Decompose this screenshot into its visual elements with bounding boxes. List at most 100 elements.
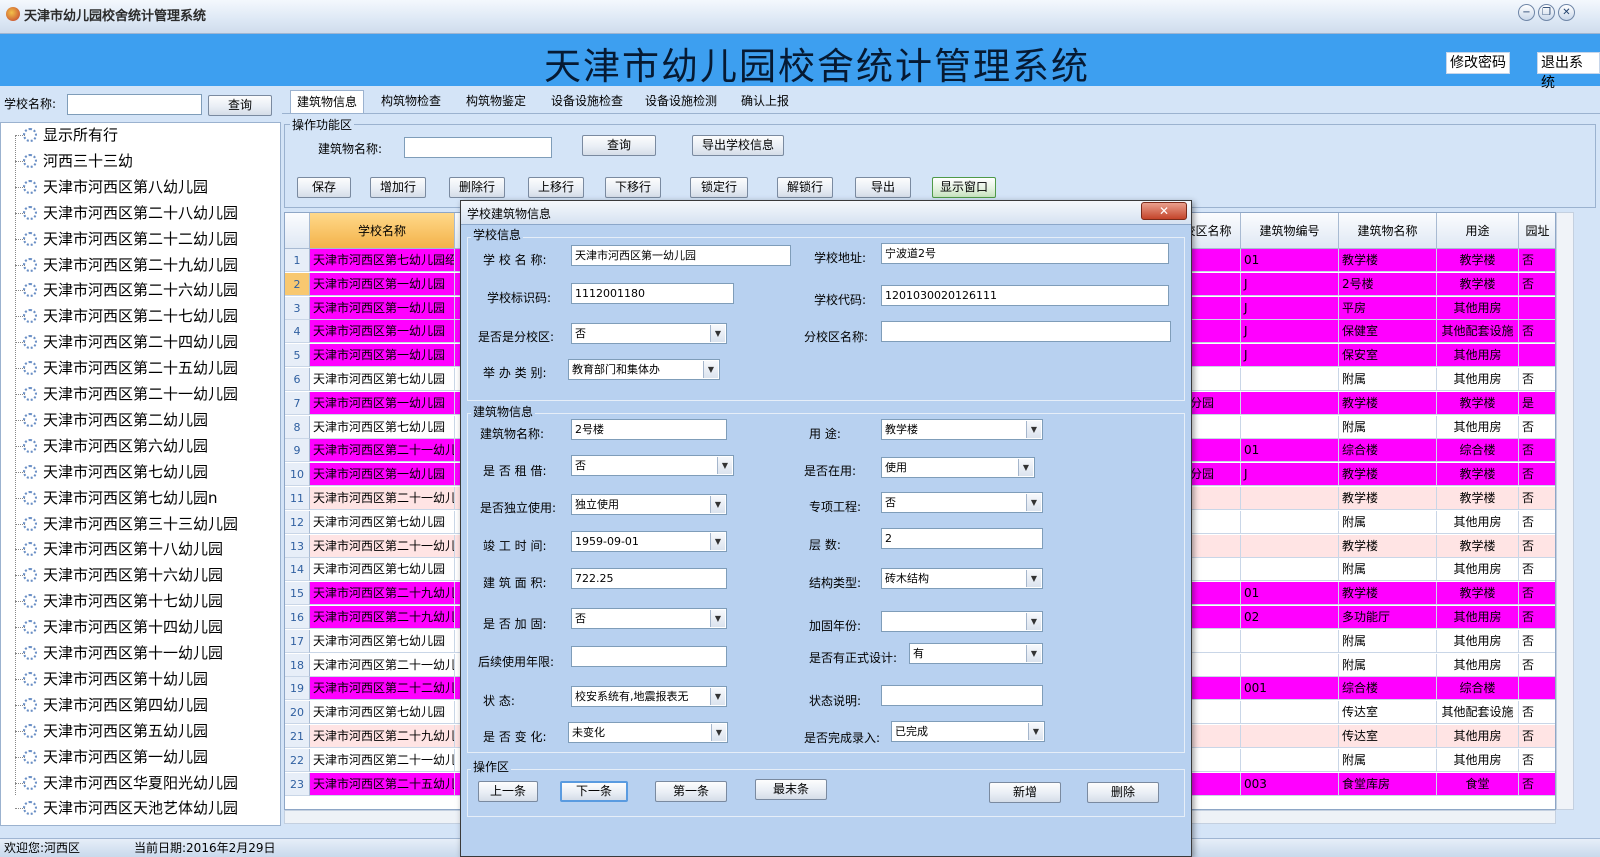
cell-school[interactable]: 天津市河西区第二十一幼儿 (310, 534, 455, 558)
cell-building-no[interactable] (1241, 725, 1339, 748)
school-address-field[interactable]: 宁波道2号 (881, 243, 1169, 264)
cell-school[interactable]: 天津市河西区第二十九幼儿 (310, 582, 455, 606)
cell-school[interactable]: 天津市河西区第二十一幼儿 (310, 748, 455, 772)
cell-building-no[interactable]: J (1241, 320, 1339, 344)
cell-school[interactable]: 天津市河西区第七幼儿园 (310, 368, 455, 391)
formal-design-select[interactable]: 有 ▼ (909, 643, 1043, 664)
school-code-field[interactable]: 1201030020126111 (881, 285, 1169, 306)
cell-building-no[interactable] (1241, 368, 1339, 391)
tree-item[interactable]: 天津市河西区天池艺体幼儿园 (1, 796, 280, 821)
cell-building-no[interactable]: 01 (1241, 249, 1339, 272)
row-number[interactable]: 18 (285, 653, 310, 677)
school-name-field[interactable]: 天津市河西区第一幼儿园 (571, 245, 791, 266)
chevron-down-icon[interactable]: ▼ (717, 457, 732, 474)
row-number[interactable]: 10 (285, 463, 310, 487)
row-number[interactable]: 15 (285, 582, 310, 606)
tree-item[interactable]: 天津市河西区第六幼儿园 (1, 434, 280, 459)
cell-building-no[interactable]: J (1241, 296, 1339, 320)
tree-item[interactable]: 天津市河西区第八幼儿园 (1, 175, 280, 200)
chevron-down-icon[interactable]: ▼ (1026, 494, 1041, 511)
cell-building-no[interactable] (1241, 510, 1339, 534)
cell-garden[interactable]: 否 (1519, 510, 1555, 534)
chevron-down-icon[interactable]: ▼ (710, 533, 725, 550)
cell-building-no[interactable] (1241, 534, 1339, 558)
cell-garden[interactable]: 否 (1519, 725, 1555, 748)
cell-building-name[interactable]: 附属 (1339, 748, 1437, 772)
tree-item[interactable]: 天津市河西区华夏阳光幼儿园 (1, 771, 280, 796)
tree-item[interactable]: 天津市河西区第四幼儿园 (1, 693, 280, 718)
cell-building-name[interactable]: 多功能厅 (1339, 606, 1437, 629)
cell-school[interactable]: 天津市河西区第二十九幼儿 (310, 725, 455, 748)
school-name-input[interactable] (67, 94, 202, 115)
floors-field[interactable]: 2 (881, 528, 1043, 549)
grid-header-use[interactable]: 用途 (1437, 213, 1519, 249)
cell-building-no[interactable] (1241, 701, 1339, 725)
cell-building-no[interactable]: 01 (1241, 582, 1339, 606)
change-password-button[interactable]: 修改密码 (1446, 52, 1510, 74)
cell-school[interactable]: 天津市河西区第二十一幼儿 (310, 653, 455, 677)
save-button[interactable]: 保存 (297, 177, 351, 198)
chevron-down-icon[interactable]: ▼ (710, 496, 725, 513)
cell-building-no[interactable] (1241, 748, 1339, 772)
cell-use[interactable]: 其他用房 (1437, 296, 1519, 320)
cell-building-name[interactable]: 附属 (1339, 629, 1437, 653)
tree-item[interactable]: 天津市河西区第二十二幼儿园 (1, 227, 280, 252)
cell-building-name[interactable]: 平房 (1339, 296, 1437, 320)
cell-use[interactable]: 其他用房 (1437, 368, 1519, 391)
row-number[interactable]: 5 (285, 344, 310, 368)
tree-item[interactable]: 天津市河西区第五幼儿园 (1, 719, 280, 744)
tree-item[interactable]: 天津市河西区第十幼儿园 (1, 667, 280, 692)
cell-use[interactable]: 教学楼 (1437, 487, 1519, 510)
tree-item[interactable]: 天津市河西区第二十五幼儿园 (1, 356, 280, 381)
row-number[interactable]: 9 (285, 439, 310, 463)
tree-item[interactable]: 天津市河西区第十一幼儿园 (1, 641, 280, 666)
reinforce-select[interactable]: 否 ▼ (571, 608, 727, 629)
cell-garden[interactable]: 否 (1519, 606, 1555, 629)
cell-building-name[interactable]: 教学楼 (1339, 534, 1437, 558)
area-field[interactable]: 722.25 (571, 568, 727, 589)
cell-building-no[interactable] (1241, 629, 1339, 653)
reinforce-year-select[interactable]: ▼ (881, 611, 1043, 632)
cell-garden[interactable]: 否 (1519, 748, 1555, 772)
building-name-field[interactable]: 2号楼 (571, 419, 727, 440)
chevron-down-icon[interactable]: ▼ (703, 361, 718, 378)
grid-header-school[interactable]: 学校名称 (310, 213, 455, 249)
cell-school[interactable]: 天津市河西区第一幼儿园 (310, 463, 455, 487)
row-number[interactable]: 7 (285, 391, 310, 415)
cell-building-no[interactable] (1241, 391, 1339, 415)
tree-item[interactable]: 天津市河西区第二十六幼儿园 (1, 278, 280, 303)
cell-use[interactable]: 其他配套设施 (1437, 320, 1519, 344)
cell-building-name[interactable]: 附属 (1339, 510, 1437, 534)
grid-header-garden[interactable]: 园址 (1519, 213, 1555, 249)
row-number[interactable]: 11 (285, 487, 310, 510)
chevron-down-icon[interactable]: ▼ (1026, 570, 1041, 587)
chevron-down-icon[interactable]: ▼ (711, 724, 726, 741)
tree-item[interactable]: 天津市河西区第三十三幼儿园 (1, 512, 280, 537)
first-record-button[interactable]: 第一条 (655, 781, 727, 802)
move-down-row-button[interactable]: 下移行 (605, 177, 661, 198)
school-tree[interactable]: 显示所有行 河西三十三幼 天津市河西区第八幼儿园 天津市河西区第二十八幼儿园 天津市河西… (0, 122, 281, 826)
cell-garden[interactable]: 是 (1519, 391, 1555, 415)
tab-facility-check[interactable]: 设备设施检查 (545, 90, 629, 114)
grid-vertical-scrollbar[interactable] (1556, 212, 1574, 810)
cell-garden[interactable]: 否 (1519, 582, 1555, 606)
cell-building-name[interactable]: 传达室 (1339, 701, 1437, 725)
cell-building-name[interactable]: 保健室 (1339, 320, 1437, 344)
cell-use[interactable]: 其他用房 (1437, 606, 1519, 629)
tree-item[interactable]: 天津市河西区第一幼儿园 (1, 745, 280, 770)
changed-select[interactable]: 未变化 ▼ (568, 722, 728, 743)
cell-building-name[interactable]: 2号楼 (1339, 272, 1437, 296)
cell-school[interactable]: 天津市河西区第一幼儿园 (310, 391, 455, 415)
cell-garden[interactable]: 否 (1519, 249, 1555, 272)
chevron-down-icon[interactable]: ▼ (1026, 645, 1041, 662)
chevron-down-icon[interactable]: ▼ (1026, 421, 1041, 438)
row-number[interactable]: 19 (285, 677, 310, 701)
cell-building-name[interactable]: 附属 (1339, 653, 1437, 677)
cell-building-no[interactable]: J (1241, 344, 1339, 368)
special-project-select[interactable]: 否 ▼ (881, 492, 1043, 513)
add-record-button[interactable]: 新增 (989, 782, 1061, 803)
use-select[interactable]: 教学楼 ▼ (881, 419, 1043, 440)
tree-item[interactable]: 天津市河西区第十七幼儿园 (1, 589, 280, 614)
grid-header-building-no[interactable]: 建筑物编号 (1241, 213, 1339, 249)
tree-item[interactable]: 天津市河西区第二十九幼儿园 (1, 253, 280, 278)
